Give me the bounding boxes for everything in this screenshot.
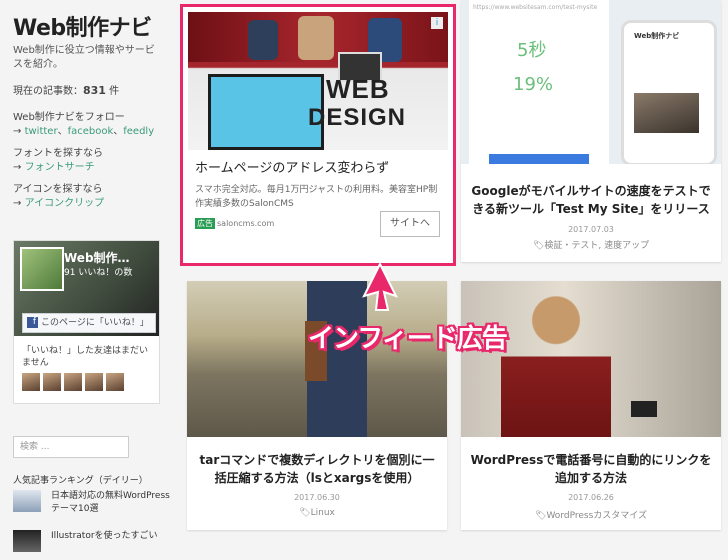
ad-image-text-web: WEB	[326, 74, 390, 104]
thumbnail-url: https://www.websitesam.com/test-mysite	[473, 4, 598, 11]
tag-icon: 🏷	[532, 241, 545, 251]
ad-info-icon[interactable]: i	[431, 17, 443, 29]
facebook-like-button-label: このページに「いいね！」	[41, 318, 149, 328]
ad-image-person	[298, 16, 334, 60]
site-description: Web制作に役立つ情報やサービスを紹介。	[13, 45, 155, 70]
article-category-label[interactable]: Linux	[311, 508, 335, 518]
arrow-icon: →	[13, 126, 22, 137]
tag-icon: 🏷	[535, 511, 547, 521]
thumbnail-bar	[489, 154, 589, 164]
ad-image[interactable]: WEB DESIGN i ×	[188, 12, 448, 150]
thumbnail-phone	[631, 401, 657, 417]
avatar[interactable]	[64, 373, 82, 391]
post-count-unit: 件	[109, 86, 120, 97]
article-title[interactable]: WordPressで電話番号に自動的にリンクを追加する方法	[469, 451, 713, 487]
article-thumbnail[interactable]: https://www.websitesam.com/test-mysite 5…	[461, 0, 721, 164]
ranking-thumbnail[interactable]	[13, 530, 41, 552]
infeed-ad-callout: インフィード広告	[308, 324, 508, 354]
ranking-item[interactable]: 日本語対応の無料WordPressテーマ10選	[13, 490, 173, 520]
avatar[interactable]	[106, 373, 124, 391]
follow-block: Web制作ナビをフォロー → twitter、facebook、feedly	[13, 111, 168, 139]
thumbnail-stat-1: 5秒	[517, 40, 547, 61]
ranking-thumbnail[interactable]	[13, 490, 41, 512]
article-category-label[interactable]: WordPressカスタマイズ	[546, 511, 647, 521]
facebook-page-name[interactable]: Web制作…	[64, 249, 154, 266]
ad-image-text-design: DESIGN	[308, 104, 407, 131]
thumbnail-phone: Web制作ナビ	[621, 20, 717, 164]
feedly-link[interactable]: feedly	[123, 126, 154, 137]
article-title[interactable]: Googleがモバイルサイトの速度をテストできる新ツール「Test My Sit…	[469, 182, 713, 218]
article-category[interactable]: 🏷検証・テスト, 速度アップ	[461, 238, 721, 251]
avatar[interactable]	[85, 373, 103, 391]
article-category-label[interactable]: 検証・テスト, 速度アップ	[544, 241, 649, 251]
ad-description: スマホ完全対応。毎月1万円ジャストの利用料。美容室HP制作実績多数のSalonC…	[195, 185, 438, 209]
facebook-faces	[22, 373, 127, 395]
facebook-friends-text: 「いいね！」した友達はまだいません	[22, 346, 149, 368]
article-date: 2017.06.26	[568, 493, 614, 502]
article-date: 2017.07.03	[568, 225, 614, 234]
arrow-icon: →	[13, 162, 22, 173]
ad-image-monitor	[208, 74, 324, 150]
article-card[interactable]: https://www.websitesam.com/test-mysite 5…	[461, 0, 721, 262]
thumbnail-phone-title: Web制作ナビ	[634, 32, 680, 40]
ranking-item-title[interactable]: 日本語対応の無料WordPressテーマ10選	[51, 490, 176, 516]
post-count-label: 現在の記事数：	[13, 86, 83, 97]
font-search-link[interactable]: フォントサーチ	[25, 162, 95, 173]
thumbnail-page: https://www.websitesam.com/test-mysite 5…	[469, 0, 609, 164]
ad-badge: 広告	[195, 218, 215, 229]
facebook-link[interactable]: facebook	[68, 126, 114, 137]
ad-cta-button[interactable]: サイトへ	[380, 211, 440, 237]
post-count-value: 831	[83, 84, 106, 97]
thumbnail-phone-image	[634, 93, 699, 133]
facebook-page-widget: Web制作… 91 いいね！の数 f このページに「いいね！」 「いいね！」した友…	[13, 240, 160, 404]
follow-label: Web制作ナビをフォロー	[13, 112, 125, 123]
facebook-like-count: 91 いいね！の数	[64, 268, 133, 278]
article-category[interactable]: 🏷Linux	[187, 508, 447, 518]
facebook-icon: f	[27, 317, 38, 328]
separator: 、	[57, 126, 68, 137]
site-title[interactable]: Web制作ナビ	[13, 10, 152, 42]
infeed-ad[interactable]: WEB DESIGN i × ホームページのアドレス変わらず スマホ完全対応。毎…	[180, 4, 456, 266]
separator: 、	[113, 126, 124, 137]
facebook-page-thumbnail[interactable]	[20, 247, 64, 291]
article-category[interactable]: 🏷WordPressカスタマイズ	[461, 508, 721, 521]
avatar[interactable]	[22, 373, 40, 391]
font-label: フォントを探すなら	[13, 148, 103, 159]
tag-icon: 🏷	[299, 508, 311, 518]
font-block: フォントを探すなら → フォントサーチ	[13, 147, 168, 175]
ranking-title: 人気記事ランキング（デイリー）	[13, 476, 148, 486]
post-count: 現在の記事数：831 件	[13, 82, 119, 97]
avatar[interactable]	[43, 373, 61, 391]
ad-image-person	[248, 20, 278, 60]
article-thumbnail[interactable]	[187, 281, 447, 437]
arrow-icon: →	[13, 198, 22, 209]
ranking-item-title[interactable]: Illustratorを使ったすごい	[51, 530, 176, 543]
icon-clip-link[interactable]: アイコンクリップ	[25, 198, 105, 209]
article-thumbnail[interactable]	[461, 281, 721, 437]
article-title[interactable]: tarコマンドで複数ディレクトリを個別に一括圧縮する方法（lsとxargsを使用…	[195, 451, 439, 487]
ad-domain: saloncms.com	[217, 219, 275, 228]
thumbnail-stat-2: 19%	[513, 74, 554, 95]
icon-label: アイコンを探すなら	[13, 184, 103, 195]
sidebar: Web制作ナビ Web制作に役立つ情報やサービスを紹介。 現在の記事数：831 …	[0, 0, 173, 552]
ad-title[interactable]: ホームページのアドレス変わらず	[195, 157, 389, 176]
facebook-like-button[interactable]: f このページに「いいね！」	[22, 313, 156, 333]
callout-arrow-icon	[362, 262, 398, 311]
icon-block: アイコンを探すなら → アイコンクリップ	[13, 183, 168, 211]
article-date: 2017.06.30	[294, 493, 340, 502]
search-input[interactable]: 検索 ...	[13, 436, 129, 458]
facebook-cover-image[interactable]: Web制作… 91 いいね！の数 f このページに「いいね！」	[14, 241, 159, 336]
ranking-item[interactable]: Illustratorを使ったすごい	[13, 530, 173, 560]
twitter-link[interactable]: twitter	[25, 126, 58, 137]
thumbnail-person	[501, 291, 611, 437]
